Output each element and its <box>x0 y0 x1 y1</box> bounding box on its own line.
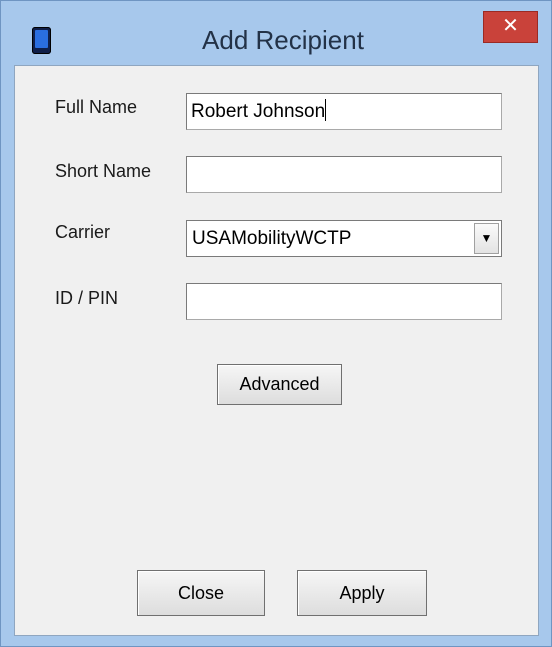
short-name-label: Short Name <box>55 161 152 181</box>
dialog-window: Add Recipient ✕ Full Name Robert Johnson… <box>0 0 552 647</box>
close-icon: ✕ <box>502 15 519 37</box>
chevron-down-icon[interactable]: ▼ <box>474 223 499 254</box>
apply-button[interactable]: Apply <box>297 570 427 616</box>
id-pin-field[interactable] <box>186 283 502 320</box>
dialog-title: Add Recipient <box>202 25 364 55</box>
full-name-label: Full Name <box>55 97 138 117</box>
text-caret <box>325 99 327 121</box>
carrier-select[interactable]: USAMobilityWCTP ▼ <box>186 220 502 257</box>
full-name-field[interactable]: Robert Johnson <box>186 93 502 130</box>
id-pin-label: ID / PIN <box>55 288 119 308</box>
carrier-label: Carrier <box>55 222 111 242</box>
device-screen <box>35 30 48 48</box>
carrier-selected-value: USAMobilityWCTP <box>192 228 352 249</box>
advanced-button[interactable]: Advanced <box>217 364 342 405</box>
dialog-body: Full Name Robert Johnson Short Name Carr… <box>14 65 539 636</box>
title-bar[interactable]: Add Recipient ✕ <box>1 1 551 55</box>
close-button[interactable]: Close <box>137 570 265 616</box>
close-window-button[interactable]: ✕ <box>483 11 538 43</box>
short-name-field[interactable] <box>186 156 502 193</box>
device-icon <box>32 27 51 54</box>
full-name-value: Robert Johnson <box>191 101 326 122</box>
